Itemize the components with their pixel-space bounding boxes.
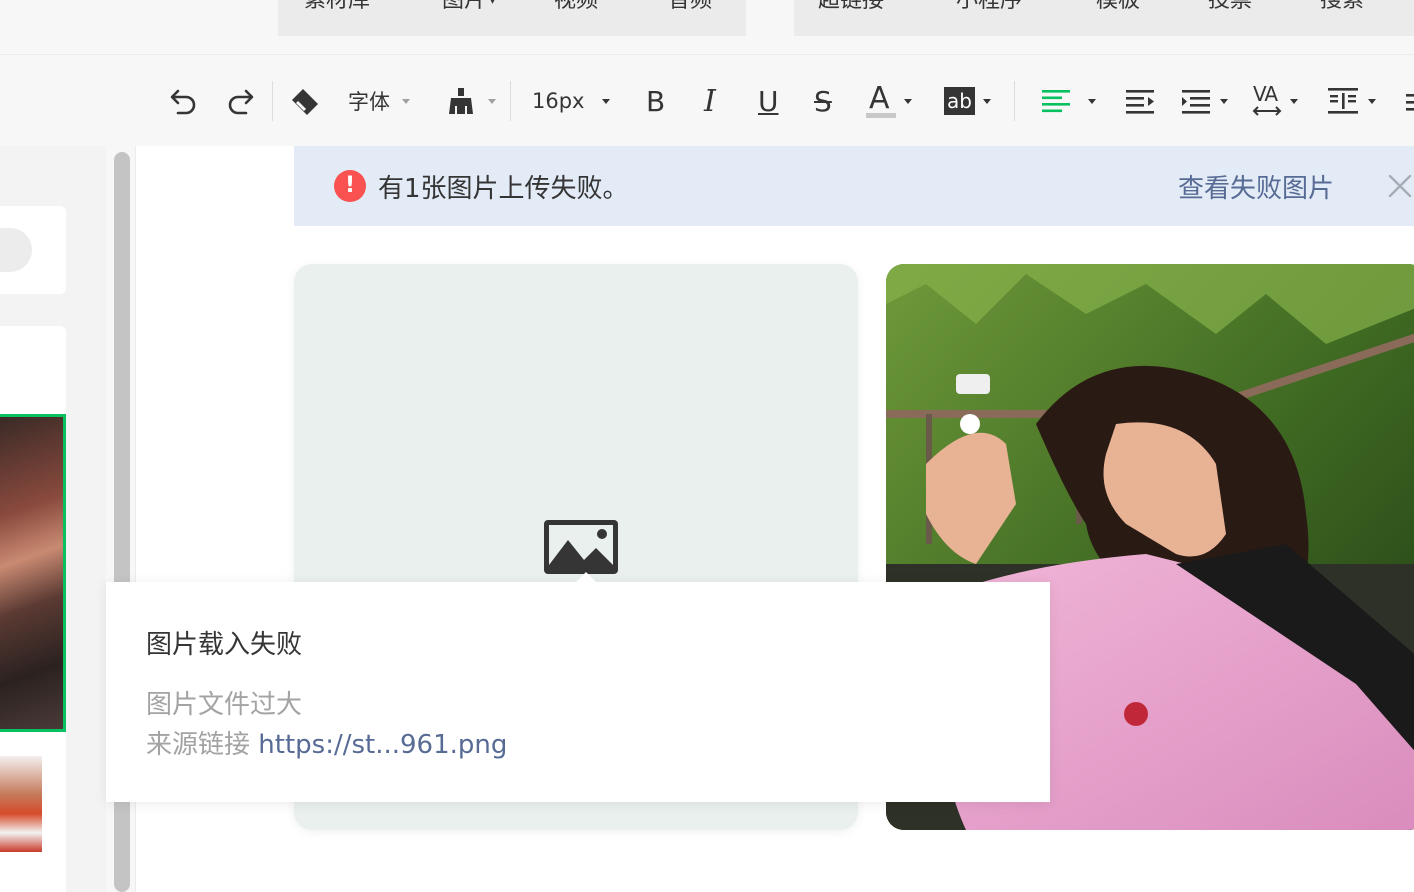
toolbar-divider (272, 81, 273, 121)
clear-format-button[interactable] (288, 81, 322, 121)
chevron-down-icon (1368, 98, 1376, 104)
undo-icon (170, 89, 196, 115)
chevron-down-icon (602, 98, 611, 104)
redo-button[interactable] (224, 81, 256, 121)
align-left-icon (1042, 90, 1070, 113)
underline-icon: U (758, 84, 779, 118)
paragraph-spacing-dropdown[interactable] (1326, 81, 1376, 121)
insert-menu-group-extras: 超链接 小程序 模板 投票 搜索 (794, 0, 1414, 36)
font-size-dropdown[interactable]: 16px (532, 81, 611, 121)
close-icon[interactable] (1386, 172, 1414, 200)
tooltip-title: 图片载入失败 (146, 630, 303, 660)
letter-spacing-icon: VA (1252, 82, 1282, 118)
thumbnail-image-selected[interactable] (0, 414, 66, 732)
image-load-error-tooltip: 图片载入失败 图片文件过大 来源链接 https://st...961.png (106, 572, 1050, 802)
strikethrough-icon: S (814, 84, 832, 118)
italic-icon: I (704, 83, 716, 119)
chevron-down-icon (1290, 98, 1298, 104)
font-color-swatch (866, 113, 896, 118)
source-url-link[interactable]: https://st...961.png (258, 730, 507, 760)
font-color-glyph: A (869, 81, 890, 116)
chevron-down-icon (904, 98, 912, 104)
more-tools-button[interactable] (1404, 81, 1414, 121)
broken-image-icon (544, 520, 618, 574)
tab-video[interactable]: 视频 (554, 0, 598, 14)
chevron-down-icon (982, 98, 991, 104)
undo-button[interactable] (168, 81, 200, 121)
chevron-down-icon (402, 98, 410, 104)
format-painter-dropdown[interactable] (446, 81, 496, 121)
editor-page: 素材库 图片 ▾ 视频 音频 超链接 小程序 模板 投票 搜索 字体 16px … (0, 0, 1414, 892)
tab-template[interactable]: 模板 (1096, 0, 1140, 14)
format-toolbar: 字体 16px B I U S A ab VA (0, 54, 1414, 146)
letter-spacing-glyph: VA (1253, 82, 1278, 106)
tooltip-reason: 图片文件过大 (146, 690, 303, 720)
redo-icon (228, 89, 254, 115)
highlight-color-dropdown[interactable]: ab (944, 81, 991, 121)
letter-spacing-dropdown[interactable]: VA (1252, 81, 1298, 121)
toolbar-divider (1014, 81, 1015, 121)
insert-menu-bar: 素材库 图片 ▾ 视频 音频 超链接 小程序 模板 投票 搜索 (0, 0, 1414, 54)
tab-audio[interactable]: 音频 (668, 0, 712, 14)
chevron-down-icon (1088, 98, 1096, 104)
font-family-label: 字体 (348, 90, 390, 114)
font-color-dropdown[interactable]: A (866, 81, 912, 121)
tooltip-arrow (576, 572, 596, 582)
underline-button[interactable]: U (758, 81, 779, 121)
indent-button[interactable] (1124, 81, 1156, 121)
thumbnail-image[interactable] (0, 756, 42, 852)
toolbar-divider (510, 81, 511, 121)
format-painter-icon (449, 88, 473, 114)
align-dropdown[interactable] (1040, 81, 1096, 121)
tab-image-label: 图片 (442, 0, 487, 13)
bold-icon: B (646, 84, 666, 118)
italic-button[interactable]: I (704, 81, 716, 121)
font-family-dropdown[interactable]: 字体 (348, 81, 410, 121)
chevron-down-icon: ▾ (490, 0, 496, 7)
eraser-icon (292, 89, 318, 115)
tab-hyperlink[interactable]: 超链接 (818, 0, 884, 14)
upload-error-banner: ! 有1张图片上传失败。 查看失败图片 (294, 146, 1414, 226)
line-height-icon (1182, 90, 1210, 114)
bold-button[interactable]: B (646, 81, 665, 121)
list-icon (1406, 94, 1414, 111)
chevron-down-icon (488, 98, 496, 104)
view-failed-images-link[interactable]: 查看失败图片 (1178, 168, 1334, 205)
insert-menu-group-media: 素材库 图片 ▾ 视频 音频 (278, 0, 746, 36)
tab-vote[interactable]: 投票 (1208, 0, 1252, 14)
line-height-dropdown[interactable] (1180, 81, 1228, 121)
double-arrow-icon (1252, 106, 1282, 116)
error-icon: ! (334, 170, 366, 202)
tab-image[interactable]: 图片 ▾ (442, 0, 495, 14)
source-label: 来源链接 (146, 730, 251, 760)
banner-message: 有1张图片上传失败。 (378, 174, 629, 204)
strikethrough-button[interactable]: S (814, 81, 832, 121)
tooltip-source: 来源链接 https://st...961.png (146, 724, 507, 761)
paragraph-spacing-icon (1328, 88, 1358, 114)
tab-mini-program[interactable]: 小程序 (956, 0, 1022, 14)
tab-material-library[interactable]: 素材库 (304, 0, 370, 14)
font-size-label: 16px (532, 89, 585, 113)
font-color-icon: A (866, 81, 896, 119)
chevron-down-icon (1220, 98, 1228, 104)
highlight-icon: ab (944, 87, 975, 115)
indent-icon (1126, 90, 1154, 114)
tab-search[interactable]: 搜索 (1320, 0, 1364, 14)
